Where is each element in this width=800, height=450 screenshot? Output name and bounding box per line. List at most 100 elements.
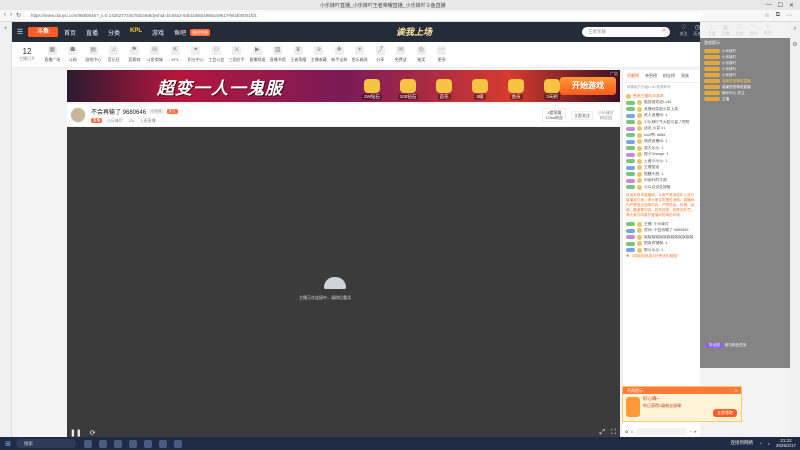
app-icon-2[interactable] [99,439,107,448]
app-icon-6[interactable] [159,439,167,448]
chat-message[interactable]: 娱娱娱娱娱娱娱娱娱娱娱娱娱 [626,234,697,240]
taskbar-search[interactable]: 搜索 [16,439,76,448]
clock[interactable]: 21:22 2025/2/17 [776,438,796,448]
site-logo[interactable]: 斗鱼 [28,27,58,37]
start-game-button[interactable]: 开始游戏 [560,77,616,95]
category-item[interactable]: ▦ 直播广场 [42,46,63,63]
nav-live[interactable]: 直播 [86,28,98,37]
banner-ad[interactable]: 超变一人一鬼服 2W钻石 100钻石 首充 5级 会员 3天刷 开始游戏 广告 [67,70,620,102]
chat-message[interactable]: 我大乐乐: 1 [626,145,697,151]
menu-dots-icon[interactable]: ⋯ [786,12,792,19]
category-item[interactable]: ⚇ 工会公会 [206,46,227,63]
chat-message[interactable]: cool鸭: 6666 [626,132,697,138]
chat-message[interactable]: 直播间奖励火箭上架 [626,106,697,112]
url-field[interactable]: https://www.douyu.com/9680646?_t=0.14262… [25,11,705,20]
chat-message[interactable]: 酷我很欢迎Lv30 [626,100,697,105]
category-item[interactable]: ✰ 主播收藏 [309,46,330,63]
chat-message[interactable]: 阿丽叶的大鹅 [626,178,697,183]
app-icon-7[interactable] [174,439,182,448]
header-signin[interactable]: ● 签到 [762,24,773,37]
search-icon[interactable]: ⌕ [662,27,666,35]
nav-home[interactable]: 首页 [64,28,76,37]
chat-message[interactable]: 房间: 不会再输了 9680646 [626,228,697,233]
chat-message[interactable]: 橙糖不甜: 1 [626,171,697,177]
chat-message[interactable]: 主播加油 [626,165,697,170]
forward-icon[interactable]: › [10,12,12,19]
search-input[interactable]: 王者荣耀 [582,27,670,37]
chat-message[interactable]: 郭可乐乐: 1 [626,247,697,253]
tab-contrib[interactable]: 贡献榜 [627,73,639,79]
star-icon[interactable]: ☆ [764,12,769,19]
chat-message[interactable]: 刚进直播间: 1 [626,139,697,144]
followed-live-count[interactable]: 12 主播已开 [12,47,42,62]
tab-fans[interactable]: 粉丝榜 [663,73,675,79]
app-icon-3[interactable] [114,439,122,448]
app-icon-5[interactable] [144,439,152,448]
category-item[interactable]: ▥ 直播书馆 [268,46,289,63]
refresh-icon[interactable]: ↻ [16,12,21,19]
send-icon[interactable]: ➤ [694,429,697,434]
header-follow[interactable]: ♡ 关注 [678,24,689,37]
maximize-icon[interactable]: ☐ [778,2,783,9]
fullscreen-icon[interactable]: ⛶ [611,429,616,437]
new-tab-icon[interactable]: + [4,26,8,32]
category-item[interactable]: ▤ 游戏中心 [83,46,104,63]
settings-side-icon[interactable]: ⚙ [792,41,797,48]
chat-message[interactable]: 感谢主播的冰淇淋 [626,93,697,99]
header-history[interactable]: ◷ 历史 [692,24,703,37]
category-item[interactable]: ⤴ 分享 [370,46,391,63]
streamer-name[interactable]: 小乐妹吖 [107,118,123,124]
chat-message[interactable]: 进入直播间: 1 [626,113,697,118]
chat-message[interactable]: 主播: 小乐妹吖 [626,221,697,227]
chat-message[interactable]: 橙子Orange: 1 [626,152,697,157]
promo-badge[interactable]: 限时特权 [190,28,211,36]
network-status[interactable]: 连接到网络 [731,440,754,446]
category-item[interactable]: ❖ 新手宝典 [329,46,350,63]
wifi-icon[interactable]: ◔ [759,441,762,446]
popup-dismiss[interactable]: 不再提示 [627,388,643,393]
emoji-icon[interactable]: ☺ [630,429,634,434]
chat-message[interactable]: 送出 火箭 x1 [626,126,697,131]
web-fullscreen-icon[interactable]: ⤢ [599,429,605,437]
fan-group-pill[interactable]: 粉丝团 [706,343,723,348]
fan-group[interactable]: 小乐妹吖 粉丝团 [598,110,614,120]
back-icon[interactable]: ‹ [4,12,6,19]
nav-fishbar[interactable]: 鱼吧 [174,28,186,37]
reload-icon[interactable]: ⟳ [90,429,96,437]
category-item[interactable]: ♛ 王者荣耀 [288,46,309,63]
category-item[interactable]: ♫ 音乐狂 [104,46,125,63]
category-item[interactable]: ⛁ 斗鱼商城 [145,46,166,63]
close-icon[interactable]: ✕ [789,2,794,9]
windows-start-icon[interactable]: ⊞ [0,440,16,448]
nav-category[interactable]: 分类 [108,28,120,37]
search-side-icon[interactable]: ⌕ [793,26,796,33]
popup-close-icon[interactable]: ✕ [735,387,738,394]
category-item[interactable]: ☀ 鱼乐精选 [350,46,371,63]
nav-kpl[interactable]: KPL [130,28,142,37]
category-item[interactable]: ⚑ 竞赛城 [124,46,145,63]
chat-input[interactable] [636,427,688,435]
follow-badge[interactable]: 关注 [166,108,178,114]
chat-message[interactable]: 王者小乐乐: 1 [626,158,697,164]
flower-icon[interactable]: ✿ [625,429,628,434]
header-broadcast[interactable]: ▣ 开播 [720,24,731,37]
chat-message[interactable]: 小乐妹吖今天超可爱了哈哈 [626,119,697,125]
tab-noble[interactable]: 贵族 [681,73,689,79]
category-item[interactable]: ✦ 积分中心 [186,46,207,63]
category-item[interactable]: ⋯ 更多 [432,46,453,63]
category-item[interactable]: ◎ 抽奖 [411,46,432,63]
chat-message[interactable]: 炮哥的钢钢: 1 [626,241,697,246]
header-mine[interactable]: ⌖ 我的 [748,24,759,37]
nav-game[interactable]: 游戏 [152,28,164,37]
streamer-avatar[interactable] [70,107,86,123]
rank-box[interactable]: 1楼荣耀 125w粉丝 [542,108,566,122]
header-task[interactable]: ☑ 任务 [734,24,745,37]
claim-button[interactable]: 立即领取 [713,409,737,417]
follow-button[interactable]: 立即关注 [571,110,593,120]
extensions-icon[interactable]: ⧉ [776,12,780,19]
video-player[interactable]: 主播正在连接中，请稍后重试 ❚❚ ⟳ ⤢ ⛶ [67,127,620,439]
volume-icon[interactable]: ♪ [768,441,770,446]
category-item[interactable]: ▶ 直播频道 [247,46,268,63]
hamburger-icon[interactable]: ☰ [12,28,28,36]
category-item[interactable]: K KPL [165,46,186,63]
